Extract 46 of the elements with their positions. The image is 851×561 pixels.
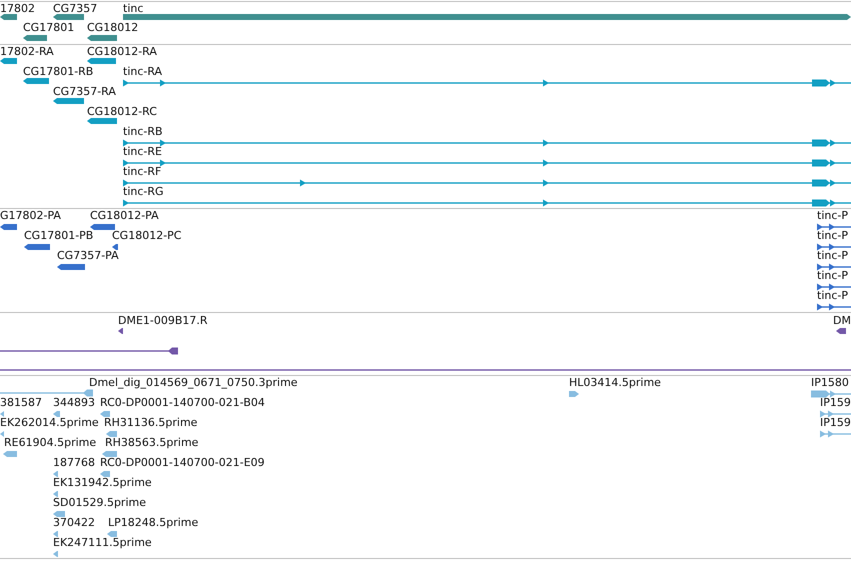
feature-label: CG18012-RC	[87, 105, 157, 119]
feature-label: RH31136.5prime	[104, 416, 198, 430]
feature-label: IP159	[820, 396, 851, 410]
feature-label: 344893	[53, 396, 95, 410]
feature-label: CG18012	[87, 21, 138, 35]
feature-label: tinc-RB	[123, 125, 163, 139]
feature-label: tinc-P	[817, 229, 848, 243]
feature-label: RC0-DP0001-140700-021-E09	[100, 456, 265, 470]
feature-label: IP1580	[811, 376, 849, 390]
feature-label: CG17801-PB	[24, 229, 94, 243]
feature-label: tinc-P	[817, 269, 848, 283]
feature-label: DM	[833, 314, 851, 328]
feature-label: LP18248.5prime	[108, 516, 198, 530]
feature-label: DME1-009B17.R	[118, 314, 208, 328]
feature-label: 17802	[0, 2, 35, 16]
feature-label: tinc-P	[817, 289, 848, 303]
feature-label: 187768	[53, 456, 95, 470]
feature-label: IP159	[820, 416, 851, 430]
feature-label: 17802-RA	[0, 45, 54, 59]
feature-label: tinc-RA	[123, 65, 162, 79]
feature-label: tinc-RF	[123, 165, 162, 179]
feature-label: G17802-PA	[0, 209, 61, 223]
feature-label: tinc	[123, 2, 144, 16]
feature-label: SD01529.5prime	[53, 496, 146, 510]
feature-label: 381587	[0, 396, 42, 410]
feature-label: tinc-RE	[123, 145, 162, 159]
feature-label: CG17801-RB	[23, 65, 94, 79]
feature-label: CG7357	[53, 2, 98, 16]
feature-label: HL03414.5prime	[569, 376, 661, 390]
feature-label: CG17801	[23, 21, 74, 35]
feature-label: Dmel_dig_014569_0671_0750.3prime	[89, 376, 298, 390]
feature-label: RE61904.5prime	[4, 436, 96, 450]
feature-label: EK262014.5prime	[0, 416, 99, 430]
feature-label: CG7357-PA	[57, 249, 119, 263]
feature-label: 370422	[53, 516, 95, 530]
feature-label: CG18012-RA	[87, 45, 157, 59]
feature-label: tinc-P	[817, 209, 848, 223]
feature-label: CG7357-RA	[53, 85, 116, 99]
feature-label: RC0-DP0001-140700-021-B04	[100, 396, 265, 410]
feature-label: RH38563.5prime	[105, 436, 198, 450]
feature-label: tinc-P	[817, 249, 848, 263]
feature-label: tinc-RG	[123, 185, 164, 199]
feature-label: EK247111.5prime	[53, 536, 152, 550]
feature-label: CG18012-PC	[112, 229, 182, 243]
feature-label: EK131942.5prime	[53, 476, 152, 490]
feature-label: CG18012-PA	[90, 209, 159, 223]
